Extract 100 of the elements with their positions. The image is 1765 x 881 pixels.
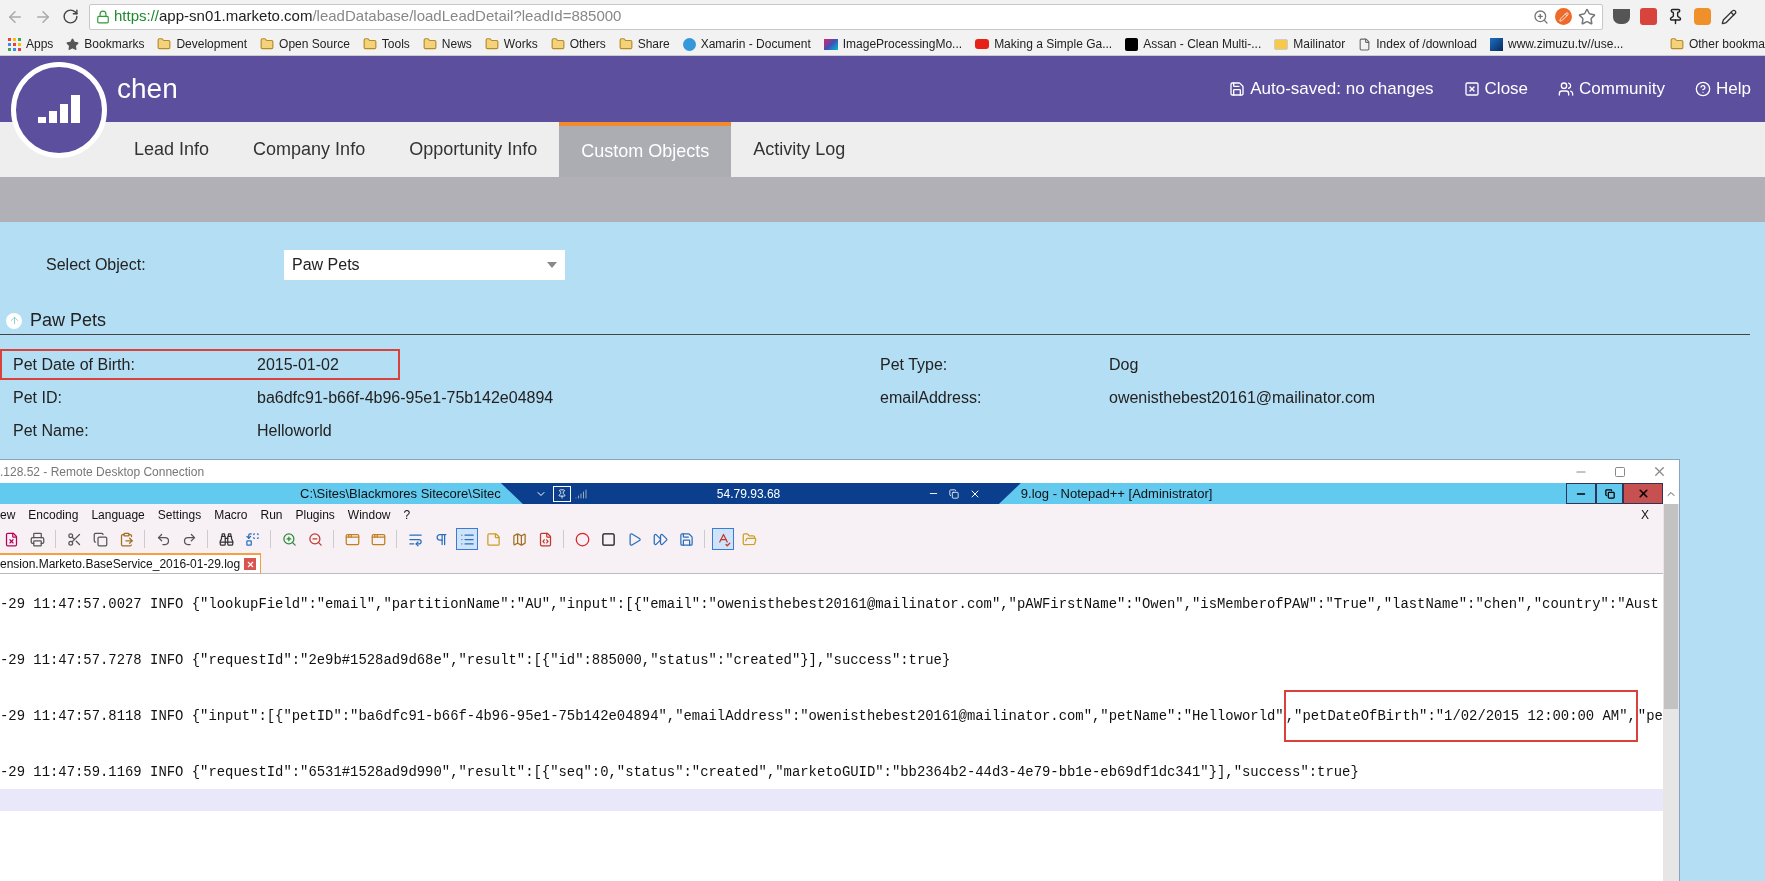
menu-item[interactable]: ew — [0, 506, 16, 524]
video-icon — [975, 39, 990, 49]
folder-icon — [1669, 37, 1684, 51]
restore-icon — [1604, 488, 1615, 499]
save-icon — [1229, 81, 1246, 97]
tab[interactable]: Opportunity Info — [387, 122, 560, 177]
restore-button[interactable] — [1596, 483, 1623, 504]
site-icon — [823, 38, 838, 50]
bookmark-link[interactable]: www.zimuzu.tv//use... — [1508, 35, 1624, 53]
pocket-icon[interactable] — [1613, 9, 1630, 24]
field-value: Dog — [1109, 354, 1139, 375]
tab[interactable]: Activity Log — [731, 122, 868, 177]
pin-icon[interactable] — [552, 485, 571, 502]
address-bar[interactable]: https://app-sn01.marketo.com/leadDatabase/loadLeadDetail?leadId=885000 — [89, 3, 1603, 30]
tab[interactable]: Lead Info — [112, 122, 232, 177]
zoom-out-icon — [307, 531, 323, 547]
field-label: emailAddress: — [880, 387, 983, 408]
bookmark-link[interactable]: Apps — [26, 35, 54, 53]
menu-item[interactable]: Macro — [214, 506, 248, 524]
lead-name: chen — [117, 72, 178, 106]
scroll-thumb[interactable] — [1664, 504, 1678, 709]
bookmark-link[interactable]: Tools — [381, 35, 410, 53]
apps-grid-icon — [8, 37, 21, 51]
field-value: owenisthebest20161@mailinator.com — [1109, 387, 1376, 408]
close-document-button[interactable]: X — [1641, 506, 1649, 524]
folder-icon — [550, 37, 565, 51]
bookmark-link[interactable]: ImageProcessingMo... — [842, 35, 963, 53]
bookmark-link[interactable]: Open Source — [279, 35, 350, 53]
bookmark-link[interactable]: Xamarin - Document — [700, 35, 811, 53]
file-icon — [3, 531, 19, 547]
bookmark-link[interactable]: Others — [569, 35, 606, 53]
field-value: ba6dfc91-b66f-4b96-95e1-75b142e04894 — [257, 387, 554, 408]
folder-icon — [422, 37, 437, 51]
reload-icon[interactable] — [62, 8, 79, 25]
scrollbar[interactable] — [1663, 483, 1679, 881]
folder-icon — [362, 37, 377, 51]
header-link[interactable]: Close — [1484, 76, 1529, 102]
people-icon — [1558, 81, 1575, 97]
list-icon — [459, 531, 475, 547]
fast-forward-icon — [652, 531, 668, 547]
note-icon — [485, 531, 501, 547]
menu-item[interactable]: ? — [403, 506, 411, 524]
menu-item[interactable]: Run — [260, 506, 283, 524]
header-link[interactable]: Auto-saved: no changes — [1250, 76, 1434, 102]
binoculars-icon — [218, 531, 234, 547]
map-icon — [511, 531, 527, 547]
bookmark-link[interactable]: Index of /download — [1376, 35, 1477, 53]
bookmark-link[interactable]: News — [441, 35, 472, 53]
caret-icon — [547, 262, 557, 268]
pencil-icon[interactable] — [1721, 8, 1737, 25]
restore-icon[interactable] — [948, 488, 959, 499]
log-text: -29 11:47:57.7278 INFO {"requestId":"2e9b#1528ad9d68e","result":[{"id":885000,"status":"created"}],"success":true} — [0, 652, 951, 668]
folder-icon — [484, 37, 499, 51]
maximize-icon[interactable] — [1614, 465, 1626, 478]
redo-icon — [181, 531, 197, 547]
menu-item[interactable]: Language — [91, 506, 145, 524]
menu-item[interactable]: Plugins — [295, 506, 335, 524]
page-icon — [1358, 37, 1372, 51]
bookmark-link[interactable]: Other bookma — [1688, 35, 1765, 53]
star-icon — [66, 37, 80, 51]
close-icon — [1463, 81, 1480, 97]
menu-item[interactable]: Settings — [157, 506, 202, 524]
scroll-up-icon[interactable] — [1663, 483, 1679, 504]
window-icon — [344, 531, 360, 547]
field-value: 2015-01-02 — [257, 354, 339, 375]
close-tab-icon[interactable] — [244, 558, 257, 570]
undo-icon — [155, 531, 171, 547]
log-text: -29 11:47:59.1169 INFO {"requestId":"6531#1528ad9d990","result":[{"seq":0,"status":"created","marketoGUID":"bb2364b2-44d3-4e79-bb1e-eb69df1dc341"}],"success":true} — [0, 764, 1359, 780]
header-link[interactable]: Community — [1579, 76, 1666, 102]
tab-label[interactable]: ension.Marketo.BaseService_2016-01-29.log — [0, 555, 241, 573]
bookmark-link[interactable]: Works — [503, 35, 538, 53]
menu-item[interactable]: Encoding — [28, 506, 79, 524]
bookmark-link[interactable]: Share — [637, 35, 670, 53]
bookmark-link[interactable]: Making a Simple Ga... — [994, 35, 1113, 53]
menu-item[interactable]: Window — [347, 506, 391, 524]
bookmark-link[interactable]: Bookmarks — [84, 35, 145, 53]
close-icon — [1636, 487, 1650, 500]
header-link[interactable]: Help — [1716, 76, 1751, 102]
site-icon — [682, 37, 696, 51]
file-tab[interactable]: ension.Marketo.BaseService_2016-01-29.log — [0, 553, 262, 573]
url-text: https://app-sn01.marketo.com/leadDatabase/loadLeadDetail?leadId=885000 — [114, 6, 622, 27]
minimize-button[interactable] — [1566, 483, 1596, 504]
bookmark-link[interactable]: Assan - Clean Multi-... — [1143, 35, 1262, 53]
play-icon — [626, 531, 642, 547]
bookmark-link[interactable]: Development — [176, 35, 248, 53]
tab[interactable]: Company Info — [231, 122, 388, 177]
window-icon — [370, 531, 386, 547]
object-dropdown[interactable]: Paw Pets — [284, 250, 565, 280]
pilcrow-icon — [433, 531, 449, 547]
log-text: "pe — [1637, 708, 1663, 724]
scissors-icon — [66, 531, 82, 547]
log-text: -29 11:47:57.8118 INFO {"input":[{"petID":"ba6dfc91-b66f-4b96-95e1-75b142e04894","emailAddress":"owenisthebest20161@mailinator.com","petName":"Helloworld" — [0, 708, 1284, 724]
zoom-icon[interactable] — [1533, 8, 1549, 25]
bookmark-link[interactable]: Mailinator — [1293, 35, 1346, 53]
star-icon[interactable] — [1578, 7, 1596, 26]
folder-icon — [618, 37, 633, 51]
document-icon — [537, 531, 553, 547]
printer-icon — [29, 531, 45, 547]
pin-icon[interactable] — [1667, 8, 1684, 25]
pencil-badge-icon[interactable] — [1555, 8, 1572, 25]
